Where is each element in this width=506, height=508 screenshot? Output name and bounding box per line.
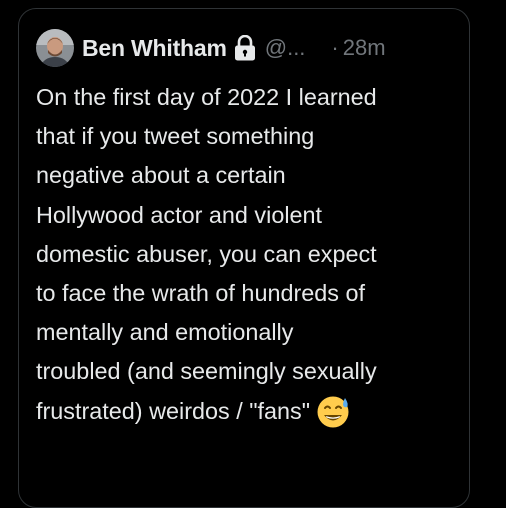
tweet-text-line: domestic abuser, you can expect (36, 240, 377, 267)
author-name[interactable]: Ben Whitham (82, 35, 227, 62)
tweet-text-line: negative about a certain (36, 162, 286, 189)
author-handle[interactable]: @... (265, 35, 306, 61)
tweet-text-line: troubled (and seemingly sexually (36, 358, 377, 385)
lock-icon (233, 34, 257, 61)
tweet-text-line-content: frustrated) weirdos / "fans" (36, 397, 311, 424)
tweet-text-line: Hollywood actor and violent (36, 201, 323, 228)
tweet-timestamp[interactable]: 28m (343, 35, 386, 61)
tweet-text-line: that if you tweet something (36, 123, 315, 150)
avatar[interactable] (36, 29, 74, 67)
tweet-text: On the first day of 2022 I learned that … (36, 78, 476, 431)
separator-dot: · (331, 35, 339, 60)
tweet-text-line: On the first day of 2022 I learned (36, 84, 377, 110)
tweet-text-line: mentally and emotionally (36, 319, 294, 346)
grinning-face-with-sweat-icon (316, 395, 352, 429)
tweet-text-line-last: frustrated) weirdos / "fans" (36, 392, 476, 431)
tweet-text-line: to face the wrath of hundreds of (36, 280, 365, 307)
tweet-header: Ben Whitham @... · 28m (36, 26, 476, 70)
